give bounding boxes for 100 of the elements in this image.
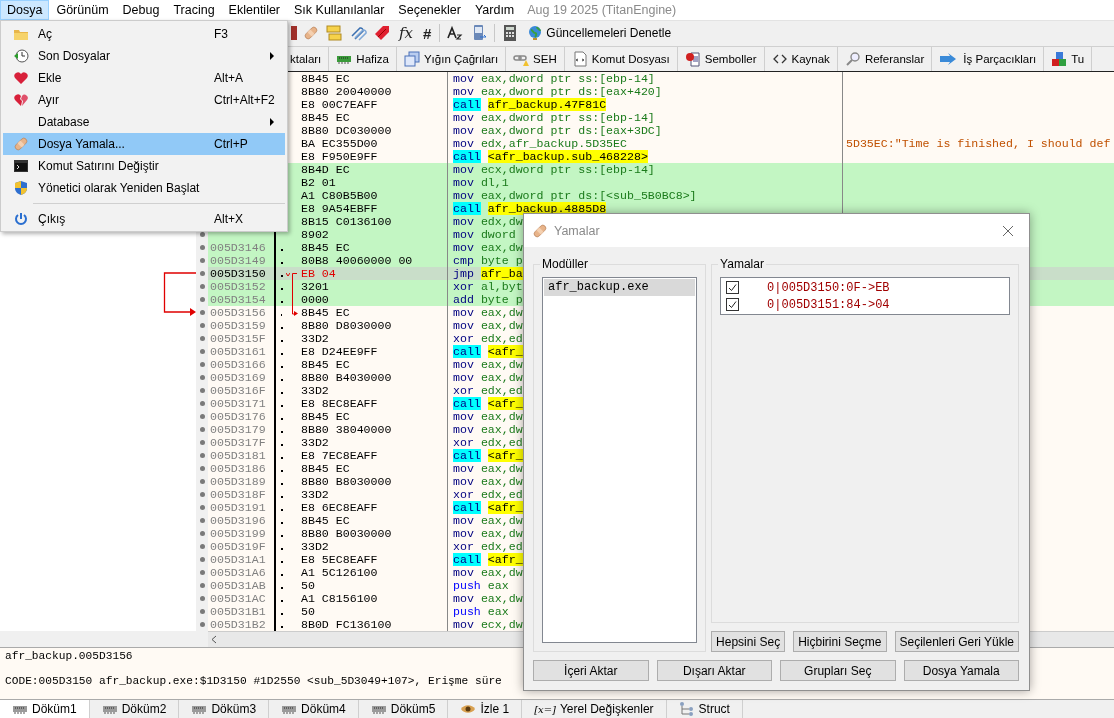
bytes-cell: 8B80 B4030000 <box>301 370 392 384</box>
instruction-mnemonic: mov <box>453 357 474 371</box>
instruction-operands: eax,dw <box>480 422 523 436</box>
instruction-operands: afr_backup.47F81C <box>487 97 607 111</box>
bytes-cell: 8B0D FC136100 <box>301 617 392 631</box>
instruction-mnemonic: mov <box>453 526 474 540</box>
shortcut-label: Ctrl+P <box>214 137 249 151</box>
tab-label: Döküm5 <box>390 702 436 717</box>
shortcut-label: Alt+X <box>214 212 244 226</box>
bytes-cell: 8B45 EC <box>301 71 350 85</box>
tab-label: İzle 1 <box>480 702 510 717</box>
address-cell: 005D3186 <box>210 461 266 475</box>
address-cell: 005D3196 <box>210 513 266 527</box>
instruction-operands: <afr_ <box>487 344 523 358</box>
address-cell: 005D3169 <box>210 370 266 384</box>
bytes-cell: 33D2 <box>301 331 329 345</box>
instruction-operands: dword <box>480 227 516 241</box>
bytes-cell: 33D2 <box>301 435 329 449</box>
address-cell: 005D3189 <box>210 474 266 488</box>
tab-label: Döküm2 <box>121 702 167 717</box>
bytes-cell: B2 01 <box>301 175 336 189</box>
bytes-cell: 8B45 EC <box>301 409 350 423</box>
address-cell: 005D3191 <box>210 500 266 514</box>
instruction-operands: eax,dword ptr ss:[ebp-14] <box>480 71 655 85</box>
group-label: Yamalar <box>719 257 765 271</box>
instruction-mnemonic: mov <box>453 123 474 137</box>
instruction-mnemonic: mov <box>453 188 474 202</box>
instruction-operands: byte p <box>480 292 523 306</box>
patch-entry: 0|005D3150:0F->EB <box>767 280 890 295</box>
instruction-operands: eax,dw <box>480 318 523 332</box>
instruction-mnemonic: mov <box>453 136 474 150</box>
bytes-cell: E8 5EC8EAFF <box>301 552 378 566</box>
bytes-cell: 8902 <box>301 227 329 241</box>
instruction-operands: eax,dw <box>480 305 523 319</box>
info-line: CODE:005D3150 afr_backup.exe:$1D3150 #1D2550 <sub_5D3049+107>, Erişme süre <box>5 675 503 688</box>
instruction-mnemonic: call <box>453 448 481 462</box>
instruction-mnemonic: mov <box>453 409 474 423</box>
instruction-operands: al,byt <box>480 279 523 293</box>
address-cell: 005D3159 <box>210 318 266 332</box>
address-cell: 005D3152 <box>210 279 266 293</box>
bytes-cell: E8 8EC8EAFF <box>301 396 378 410</box>
instruction-mnemonic: mov <box>453 591 474 605</box>
instruction-mnemonic: cmp <box>453 253 474 267</box>
instruction-operands: <afr_ <box>487 500 523 514</box>
address-cell: 005D318F <box>210 487 266 501</box>
tab-label: Döküm4 <box>301 702 346 717</box>
instruction-mnemonic: xor <box>453 487 474 501</box>
menu-entry-label: Son Dosyalar <box>38 49 112 63</box>
menu-entry-label: Dosya Yamala... <box>38 137 126 151</box>
instruction-mnemonic: call <box>453 396 481 410</box>
instruction-operands: eax,dw <box>480 370 523 384</box>
instruction-mnemonic: call <box>453 500 481 514</box>
bytes-cell: 8B80 D8030000 <box>301 318 392 332</box>
bytes-cell: E8 00C7EAFF <box>301 97 378 111</box>
address-cell: 005D3150 <box>210 266 266 280</box>
bytes-cell: 50 <box>301 604 315 618</box>
address-cell: 005D3166 <box>210 357 266 371</box>
bytes-cell: 8B4D EC <box>301 162 350 176</box>
instruction-operands: edx,ed <box>480 435 523 449</box>
instruction-mnemonic: mov <box>453 513 474 527</box>
instruction-mnemonic: mov <box>453 175 474 189</box>
instruction-operands: eax,dw <box>480 409 523 423</box>
instruction-mnemonic: mov <box>453 71 474 85</box>
address-cell: 005D315F <box>210 331 266 345</box>
shortcut-label: Ctrl+Alt+F2 <box>214 93 275 107</box>
instruction-mnemonic: mov <box>453 461 474 475</box>
bytes-cell: 8B80 B0030000 <box>301 526 392 540</box>
menu-entry-label: Database <box>38 115 91 129</box>
bytes-cell: EB 04 <box>301 266 336 280</box>
instruction-operands: edx,ed <box>480 383 523 397</box>
instruction-operands: eax,dword ptr ds:[eax+420] <box>480 84 662 98</box>
address-cell: 005D3199 <box>210 526 266 540</box>
variables-icon: [x=] <box>534 703 556 715</box>
instruction-mnemonic: call <box>453 149 481 163</box>
instruction-operands: eax,dword ptr ss:[ebp-14] <box>480 110 655 124</box>
bytes-cell: A1 5C126100 <box>301 565 378 579</box>
shortcut-label: F3 <box>214 27 229 41</box>
tab-label: Döküm3 <box>211 702 257 717</box>
address-cell: 005D31A6 <box>210 565 266 579</box>
bytes-cell: 8B15 C0136100 <box>301 214 392 228</box>
instruction-operands: eax,dw <box>480 461 523 475</box>
instruction-operands: ecx,dword ptr ss:[ebp-14] <box>480 162 655 176</box>
instruction-mnemonic: call <box>453 552 481 566</box>
bytes-cell: 3201 <box>301 279 329 293</box>
instruction-mnemonic: xor <box>453 331 474 345</box>
menu-entry-label: Ayır <box>38 93 61 107</box>
instruction-operands: edx,afr_backup.5D35EC <box>480 136 627 150</box>
instruction-mnemonic: mov <box>453 84 474 98</box>
instruction-mnemonic: mov <box>453 162 474 176</box>
tab-label: Struct <box>698 702 730 717</box>
instruction-operands: eax,dword ptr ds:[eax+3DC] <box>480 123 662 137</box>
instruction-mnemonic: xor <box>453 279 474 293</box>
instruction-operands: edx,ed <box>480 487 523 501</box>
instruction-operands: eax,dw <box>480 513 523 527</box>
address-cell: 005D3179 <box>210 422 266 436</box>
address-cell: 005D3149 <box>210 253 266 267</box>
instruction-operands: eax <box>487 578 509 592</box>
address-cell: 005D3154 <box>210 292 266 306</box>
instruction-operands: eax,dw <box>480 474 523 488</box>
instruction-operands: byte p <box>480 253 523 267</box>
